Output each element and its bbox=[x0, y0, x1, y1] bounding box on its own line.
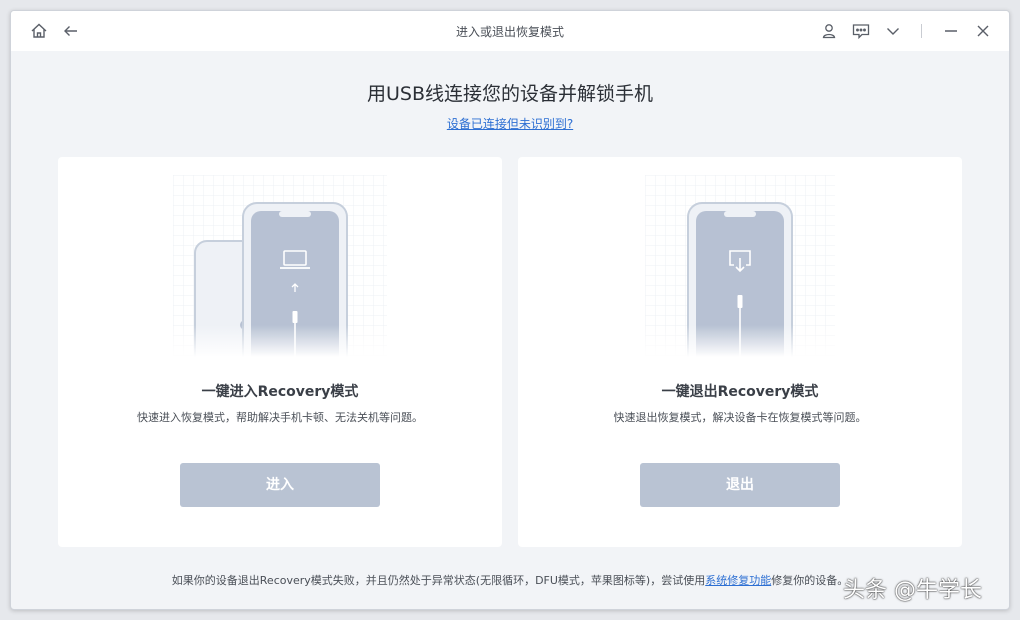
page-heading: 用USB线连接您的设备并解锁手机 bbox=[366, 83, 653, 105]
dropdown-chevron-icon[interactable] bbox=[883, 21, 903, 41]
footer-text-before: 如果你的设备退出Recovery模式失败，并且仍然处于异常状态(无限循环，DFU… bbox=[171, 574, 706, 587]
title-bar: 进入或退出恢复模式 bbox=[11, 11, 1009, 51]
system-repair-link[interactable]: 系统修复功能 bbox=[705, 574, 771, 587]
watermark: 头条 @牛学长 bbox=[843, 578, 982, 603]
enter-recovery-card: 一键进入Recovery模式 快速进入恢复模式，帮助解决手机卡顿、无法关机等问题… bbox=[58, 157, 502, 547]
phone-exit-illustration bbox=[645, 175, 835, 357]
titlebar-divider bbox=[921, 24, 922, 38]
enter-button[interactable]: 进入 bbox=[180, 463, 380, 507]
exit-recovery-card: 一键退出Recovery模式 快速退出恢复模式，解决设备卡在恢复模式等问题。 退… bbox=[518, 157, 962, 547]
enter-recovery-description: 快速进入恢复模式，帮助解决手机卡顿、无法关机等问题。 bbox=[137, 411, 423, 424]
minimize-icon[interactable] bbox=[941, 21, 961, 41]
exit-recovery-description: 快速退出恢复模式，解决设备卡在恢复模式等问题。 bbox=[613, 411, 867, 424]
enter-recovery-illustration bbox=[173, 175, 387, 357]
phone-laptop-illustration bbox=[173, 175, 387, 357]
footer-text-after: 修复你的设备。 bbox=[771, 574, 849, 587]
device-not-recognized-link[interactable]: 设备已连接但未识别到? bbox=[11, 115, 1009, 132]
close-icon[interactable] bbox=[973, 21, 993, 41]
exit-button[interactable]: 退出 bbox=[640, 463, 840, 507]
exit-recovery-illustration bbox=[645, 175, 835, 357]
app-window: 进入或退出恢复模式 用USB线连接您的设备并解锁手机 设备已连接但未识别到? 一… bbox=[10, 10, 1010, 610]
exit-recovery-title: 一键退出Recovery模式 bbox=[661, 384, 819, 400]
feedback-icon[interactable] bbox=[851, 21, 871, 41]
enter-recovery-title: 一键进入Recovery模式 bbox=[201, 384, 359, 400]
user-icon[interactable] bbox=[819, 21, 839, 41]
